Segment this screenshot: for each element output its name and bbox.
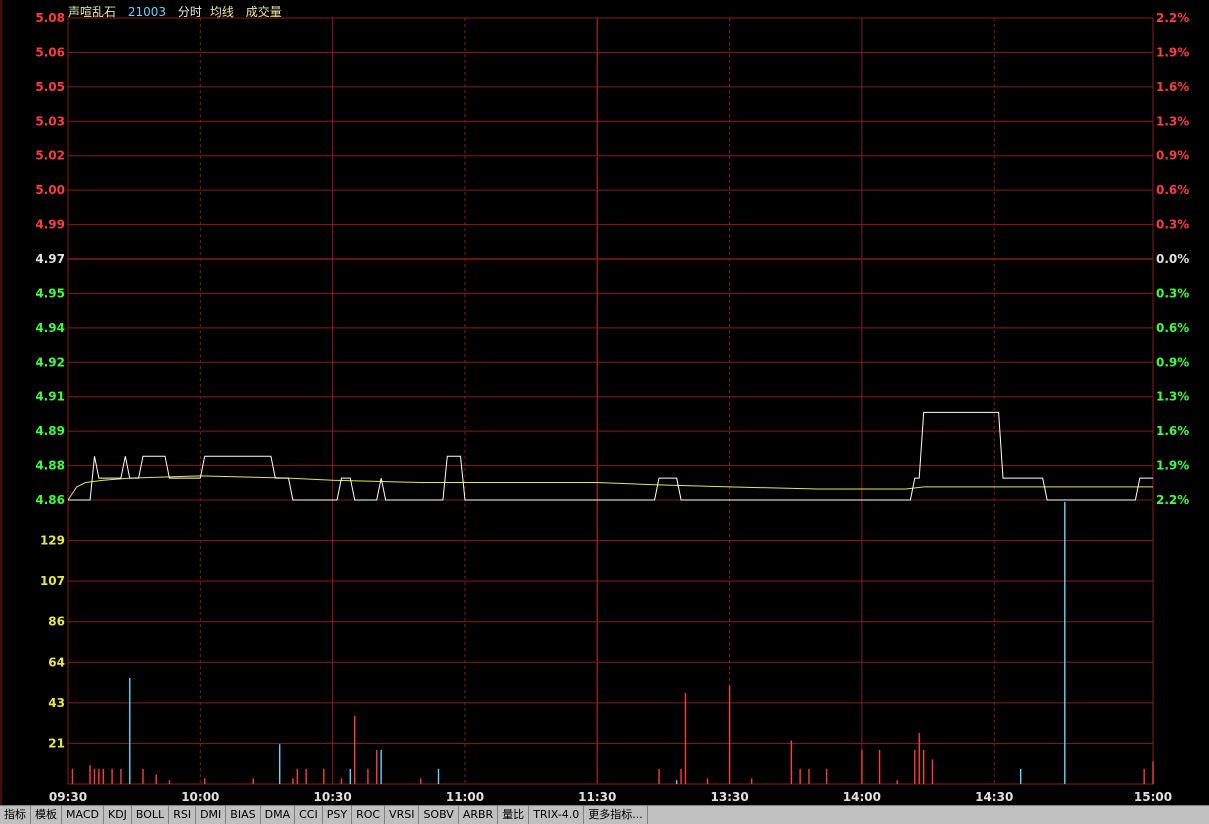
pct-tick-label: 0.9%	[1156, 149, 1189, 163]
time-tick-label: 09:30	[49, 790, 87, 804]
indicator-tab[interactable]: SOBV	[419, 806, 459, 824]
indicator-tab[interactable]: 量比	[498, 806, 530, 824]
time-tick-label: 15:00	[1134, 790, 1172, 804]
pct-tick-label: 1.6%	[1156, 80, 1189, 94]
indicator-tab[interactable]: 指标	[0, 806, 31, 824]
price-tick-label: 5.03	[35, 114, 65, 128]
volume-tick-label: 129	[40, 534, 65, 548]
intraday-chart[interactable]: 5.08 5.06 5.05 5.03 5.02 5.00 4.99 4.97 4.95 4.94…	[0, 0, 1209, 805]
indicator-tab[interactable]: BOLL	[132, 806, 170, 824]
indicator-tab[interactable]: DMI	[196, 806, 227, 824]
time-tick-label: 14:00	[843, 790, 881, 804]
plot-frame	[67, 17, 1154, 785]
axis-labels: 5.08 5.06 5.05 5.03 5.02 5.00 4.99 4.97 4.95 4.94…	[35, 11, 1189, 804]
price-tick-label: 4.97	[35, 252, 65, 266]
price-tick-label: 4.89	[35, 424, 65, 438]
price-tick-label: 4.91	[35, 390, 65, 404]
pct-tick-label: 1.9%	[1156, 45, 1189, 59]
time-tick-label: 13:30	[710, 790, 748, 804]
chart-grid	[0, 0, 1154, 805]
indicator-tab[interactable]: DMA	[261, 806, 296, 824]
price-lines	[67, 411, 1153, 501]
mode-label: 分时	[177, 5, 202, 19]
price-tick-label: 5.06	[35, 45, 65, 59]
pct-tick-label: 0.6%	[1156, 321, 1189, 335]
pct-tick-label: 0.9%	[1156, 355, 1189, 369]
price-tick-label: 5.02	[35, 149, 65, 163]
indicator-tab-bar: 指标 模板 MACD KDJ BOLL RSI DMI BIAS DMA CCI PSY ROC VRS…	[0, 805, 1209, 824]
indicator-tab[interactable]: 模板	[31, 806, 62, 824]
pct-tick-label: 1.9%	[1156, 459, 1189, 473]
pct-tick-label: 0.0%	[1156, 252, 1189, 266]
indicator-tab[interactable]: CCI	[295, 806, 323, 824]
volume-bars	[71, 501, 1154, 784]
pct-tick-label: 1.3%	[1156, 114, 1189, 128]
price-tick-label: 4.92	[35, 355, 65, 369]
volume-legend: 成交量	[245, 5, 282, 19]
price-tick-label: 5.00	[35, 183, 65, 197]
volume-tick-label: 107	[40, 574, 65, 588]
time-tick-label: 11:30	[578, 790, 616, 804]
indicator-tab[interactable]: BIAS	[226, 806, 261, 824]
price-tick-label: 4.99	[35, 218, 65, 232]
pct-tick-label: 0.3%	[1156, 218, 1189, 232]
time-tick-label: 10:30	[314, 790, 352, 804]
pct-tick-label: 0.6%	[1156, 183, 1189, 197]
pct-tick-label: 1.6%	[1156, 424, 1189, 438]
time-tick-label: 11:00	[446, 790, 484, 804]
indicator-tab[interactable]: MACD	[62, 806, 104, 824]
chart-title-bar: 声喧乱石 21003 分时 均线 成交量	[68, 3, 290, 20]
indicator-tab[interactable]: TRIX-4.0	[529, 806, 585, 824]
stock-name: 声喧乱石	[68, 5, 117, 19]
volume-tick-label: 21	[48, 736, 65, 750]
indicator-tab[interactable]: PSY	[323, 806, 353, 824]
price-tick-label: 4.95	[35, 286, 65, 300]
volume-tick-label: 86	[48, 615, 65, 629]
indicator-tab[interactable]: 更多指标...	[584, 806, 648, 824]
pct-tick-label: 0.3%	[1156, 286, 1189, 300]
volume-tick-label: 64	[48, 655, 65, 669]
stock-code: 21003	[127, 5, 167, 19]
indicator-tab[interactable]: RSI	[169, 806, 197, 824]
pct-tick-label: 2.2%	[1156, 493, 1189, 507]
price-tick-label: 4.94	[35, 321, 65, 335]
indicator-tab[interactable]: ROC	[352, 806, 386, 824]
pct-tick-label: 2.2%	[1156, 11, 1189, 25]
avg-line-legend: 均线	[209, 5, 234, 19]
indicator-tab[interactable]: ARBR	[459, 806, 499, 824]
average-price-line	[67, 475, 1153, 501]
time-tick-label: 10:00	[181, 790, 219, 804]
price-tick-label: 5.08	[35, 11, 65, 25]
volume-tick-label: 43	[48, 696, 65, 710]
indicator-tab[interactable]: VRSI	[385, 806, 420, 824]
price-tick-label: 5.05	[35, 80, 65, 94]
price-tick-label: 4.86	[35, 493, 65, 507]
time-tick-label: 14:30	[975, 790, 1013, 804]
pct-tick-label: 1.3%	[1156, 390, 1189, 404]
price-tick-label: 4.88	[35, 459, 65, 473]
indicator-tab[interactable]: KDJ	[104, 806, 132, 824]
